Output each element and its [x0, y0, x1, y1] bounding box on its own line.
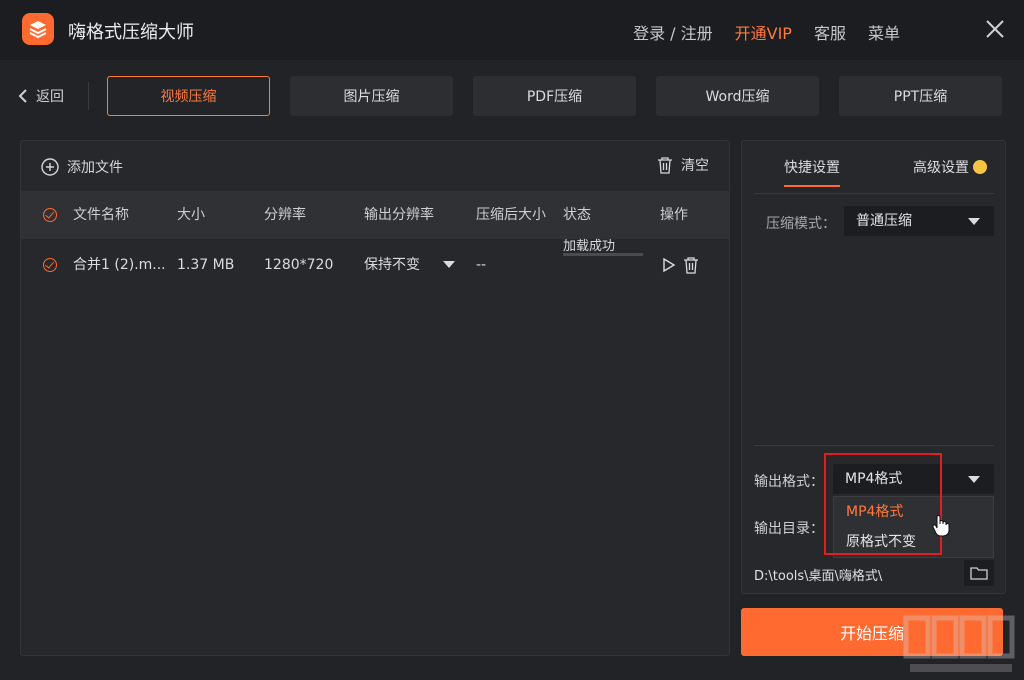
back-button[interactable]: 返回	[18, 86, 64, 106]
open-vip-link[interactable]: 开通VIP	[735, 20, 792, 44]
tab-ppt-compress[interactable]: PPT压缩	[839, 76, 1002, 116]
tab-word-compress[interactable]: Word压缩	[656, 76, 819, 116]
chevron-down-icon	[968, 476, 980, 483]
col-size: 大小	[177, 207, 205, 223]
file-name-cell: 合并1 (2).m...	[73, 257, 166, 273]
close-icon[interactable]	[984, 18, 1006, 40]
output-dir-path: D:\tools\桌面\嗨格式\	[754, 569, 883, 584]
tab-advanced-settings[interactable]: 高级设置	[913, 157, 987, 177]
row-checkbox[interactable]	[43, 258, 57, 272]
divider	[754, 445, 994, 446]
browse-folder-button[interactable]	[964, 560, 994, 586]
divider	[88, 82, 89, 110]
trash-icon	[658, 157, 672, 174]
file-size-cell: 1.37 MB	[177, 257, 235, 273]
select-all-checkbox[interactable]	[43, 208, 57, 222]
tab-video-compress[interactable]: 视频压缩	[107, 76, 270, 116]
folder-icon	[970, 567, 988, 580]
output-format-label: 输出格式：	[754, 474, 824, 490]
watermark-logo	[900, 606, 1024, 680]
output-resolution-select[interactable]: 保持不变	[364, 239, 420, 291]
tab-pdf-compress[interactable]: PDF压缩	[473, 76, 636, 116]
file-toolbar: 添加文件 清空	[21, 141, 729, 191]
advanced-settings-label: 高级设置	[913, 160, 969, 176]
customer-service-link[interactable]: 客服	[814, 20, 846, 44]
compress-mode-select[interactable]: 普通压缩	[844, 206, 994, 236]
table-header: 文件名称 大小 分辨率 输出分辨率 压缩后大小 状态 操作	[21, 191, 729, 239]
divider	[754, 193, 994, 194]
chevron-down-icon[interactable]	[443, 261, 455, 268]
annotation-highlight-box	[824, 453, 942, 555]
title-bar: 嗨格式压缩大师 登录 / 注册 开通VIP 客服 菜单	[0, 0, 1024, 60]
add-file-label: 添加文件	[67, 160, 123, 176]
compressed-size-cell: --	[476, 257, 487, 273]
tab-quick-settings[interactable]: 快捷设置	[784, 157, 840, 177]
clear-label: 清空	[681, 158, 709, 174]
resolution-cell: 1280*720	[264, 257, 334, 273]
col-file-name: 文件名称	[73, 207, 129, 223]
delete-icon[interactable]	[683, 256, 699, 274]
menu-link[interactable]: 菜单	[868, 20, 900, 44]
col-resolution: 分辨率	[264, 207, 306, 223]
app-title: 嗨格式压缩大师	[68, 22, 194, 43]
vip-badge-icon	[973, 160, 987, 174]
watermark-icon	[903, 615, 1015, 672]
chevron-left-icon	[18, 89, 27, 103]
add-file-button[interactable]: 添加文件	[41, 157, 123, 177]
col-output-resolution: 输出分辨率	[364, 207, 434, 223]
login-register-link[interactable]: 登录 / 注册	[633, 20, 713, 44]
active-tab-indicator	[784, 185, 840, 187]
col-compressed-size: 压缩后大小	[476, 207, 546, 223]
tab-image-compress[interactable]: 图片压缩	[290, 76, 453, 116]
clear-button[interactable]: 清空	[657, 155, 709, 175]
app-logo-icon	[22, 13, 54, 45]
output-dir-label: 输出目录：	[754, 521, 824, 537]
file-list-panel: 添加文件 清空 文件名称 大小 分辨率 输出分辨率 压缩后大小 状态 操作 合并…	[20, 140, 730, 656]
compress-mode-value: 普通压缩	[856, 213, 912, 229]
status-cell: 加载成功	[563, 239, 616, 254]
settings-panel: 快捷设置 高级设置 压缩模式： 普通压缩 输出格式： MP4格式 输出目录： M…	[741, 140, 1006, 594]
play-icon[interactable]	[662, 257, 676, 273]
plus-circle-icon	[41, 158, 59, 176]
col-actions: 操作	[660, 207, 688, 223]
col-status: 状态	[563, 207, 591, 223]
compress-mode-label: 压缩模式：	[766, 216, 836, 232]
header-links: 登录 / 注册 开通VIP 客服 菜单	[633, 20, 900, 44]
table-row: 合并1 (2).m... 1.37 MB 1280*720 保持不变 -- 加载…	[21, 239, 729, 291]
back-label: 返回	[36, 89, 64, 105]
hand-cursor-icon	[932, 515, 950, 537]
chevron-down-icon	[968, 218, 980, 225]
